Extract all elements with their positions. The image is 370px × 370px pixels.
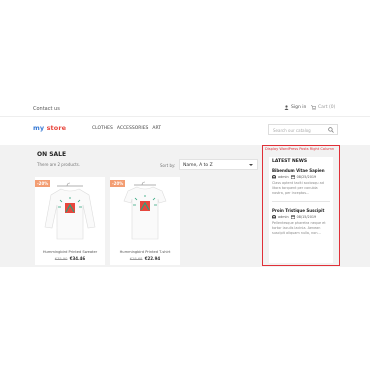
cart-label: Cart (0) [318,105,336,110]
post-title[interactable]: Bibendum Vitae Sapien [272,168,330,173]
post-meta: admin 08/15/2019 [272,215,330,220]
calendar-icon [290,215,295,220]
old-price: €35.90 [54,257,68,261]
nav-item-clothes[interactable]: CLOTHES [92,126,113,131]
product-price: €28.68 €22.94 [110,256,180,261]
sign-in-link[interactable]: Sign in [284,105,306,110]
post-title[interactable]: Proin Tristique Suscipit [272,208,330,213]
sale-price: €22.94 [144,256,161,261]
page: Contact us Sign in Cart (0) my store CLO… [0,0,370,370]
latest-news-block: LATEST NEWS Bibendum Vitae Sapien admin … [269,157,333,263]
product-count: There are 2 products. [37,162,81,167]
module-title: Display WordPress Posts Right Column [265,147,335,151]
post-author: admin [278,175,289,179]
user-icon [284,105,289,110]
store-logo[interactable]: my store [33,124,66,132]
nav-item-art[interactable]: ART [152,126,161,131]
nav-item-accessories[interactable]: ACCESSORIES [117,126,149,131]
search-icon[interactable] [328,127,334,133]
header: my store CLOTHES ACCESSORIES ART Search … [0,116,370,145]
post-author: admin [278,215,289,220]
product-name[interactable]: Hummingbird Printed T-shirt [110,250,180,254]
user-icon [272,215,276,220]
post-meta: admin 08/25/2019 [272,175,330,179]
search-input[interactable]: Search our catalog [268,124,338,135]
product-price: €35.90 €34.46 [35,256,105,261]
sort-select[interactable]: Name, A to Z [179,159,258,170]
page-title: ON SALE [37,151,67,158]
product-card[interactable]: -20% Hummingbird Printed Sweater €35.90 … [35,177,105,265]
main-nav: CLOTHES ACCESSORIES ART [92,126,161,131]
sign-in-label: Sign in [291,105,307,110]
post-excerpt: Class aptent taciti sociosqu ad litora t… [272,181,324,195]
sort-label: Sort by: [160,163,176,168]
discount-badge: -20% [35,180,51,187]
chevron-down-icon [249,164,253,166]
news-post: Bibendum Vitae Sapien admin 08/25/2019 C… [272,168,330,195]
logo-part-b: store [46,124,67,132]
product-image-sweater[interactable] [35,177,105,245]
calendar-icon [290,175,295,179]
contact-link[interactable]: Contact us [33,106,60,112]
discount-badge: -20% [110,180,126,187]
latest-news-heading: LATEST NEWS [272,159,308,164]
sale-price: €34.46 [69,256,86,261]
post-date: 08/25/2019 [296,175,317,179]
logo-part-a: my [33,124,47,132]
top-bar: Contact us Sign in Cart (0) [0,104,370,116]
old-price: €28.68 [129,257,143,261]
cart-link[interactable]: Cart (0) [311,105,335,110]
product-card[interactable]: -20% Hummingbird Printed T-shirt €28.68 … [110,177,180,265]
post-date: 08/15/2019 [296,215,317,220]
cart-icon [311,105,316,110]
post-excerpt: Pellentesque pharetra neque et tortor ia… [272,221,326,235]
news-post: Proin Tristique Suscipit admin 08/15/201… [272,208,330,235]
wordpress-posts-right-column: Display WordPress Posts Right Column LAT… [262,145,340,266]
search-placeholder: Search our catalog [273,127,311,133]
product-name[interactable]: Hummingbird Printed Sweater [35,250,105,254]
product-image-tshirt[interactable] [110,177,180,245]
user-icon [272,175,276,179]
sort-value: Name, A to Z [183,162,213,168]
divider [272,201,330,203]
